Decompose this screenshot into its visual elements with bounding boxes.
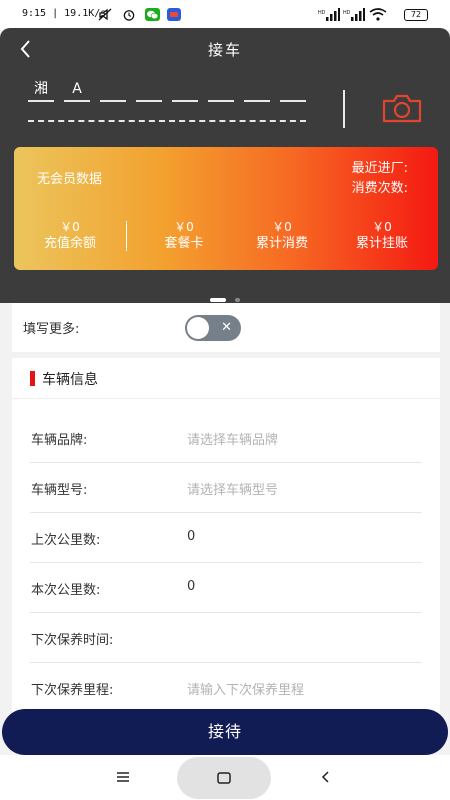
camera-icon[interactable] [381, 92, 423, 124]
alarm-icon [123, 10, 135, 21]
plate-char-8[interactable] [280, 80, 306, 102]
stat-divider [126, 221, 127, 251]
close-icon: ✕ [221, 320, 232, 335]
field-next-service-date[interactable]: 下次保养时间: [30, 613, 422, 663]
field-last-mileage[interactable]: 上次公里数: 0 [30, 513, 422, 563]
battery-icon: 72 [404, 9, 428, 21]
more-toggle[interactable]: ✕ [185, 315, 241, 341]
plate-char-5[interactable] [172, 80, 198, 102]
plate-char-2[interactable]: A [64, 80, 90, 102]
plate-divider [343, 90, 345, 128]
last-mileage-input[interactable]: 0 [187, 529, 195, 544]
plate-char-4[interactable] [136, 80, 162, 102]
plate-char-7[interactable] [244, 80, 270, 102]
next-service-mileage-input[interactable]: 请输入下次保养里程 [187, 679, 304, 698]
section-header: 车辆信息 [12, 358, 440, 399]
more-label: 填写更多: [23, 322, 80, 337]
current-mileage-input[interactable]: 0 [187, 579, 195, 594]
carousel-dot[interactable] [235, 297, 241, 302]
plate-char-1[interactable]: 湘 [28, 80, 54, 102]
app-icon [167, 8, 181, 21]
section-title: 车辆信息 [42, 372, 98, 388]
status-bar: 9:15 | 19.1K/s HD HD 72 [0, 0, 450, 30]
model-select[interactable]: 请选择车辆型号 [187, 479, 278, 498]
plate-char-6[interactable] [208, 80, 234, 102]
member-card[interactable]: 无会员数据 最近进厂: 消费次数: ￥0 充值余额 ￥0 套餐卡 ￥0 累计消费… [14, 147, 438, 270]
home-icon[interactable] [216, 770, 232, 786]
more-panel: 填写更多: ✕ [12, 303, 440, 352]
mute-icon [98, 8, 112, 21]
wechat-icon [145, 8, 160, 21]
home-pill[interactable] [177, 757, 271, 799]
visit-count-label: 消费次数: [351, 181, 408, 196]
wifi-icon [369, 8, 387, 21]
stat-total-credit: ￥0 累计挂账 [355, 220, 408, 251]
plate-dashes [28, 120, 306, 122]
field-vehicle-model[interactable]: 车辆型号: 请选择车辆型号 [30, 463, 422, 513]
svg-text:HD: HD [343, 10, 351, 16]
back-icon[interactable] [318, 769, 334, 785]
section-accent-bar [30, 371, 35, 386]
toggle-knob [187, 317, 209, 339]
stat-total-spend: ￥0 累计消费 [255, 220, 308, 251]
signal-icon: HD [318, 8, 340, 21]
status-time: 9:15 | 19.1K/s [22, 8, 107, 19]
plate-char-3[interactable] [100, 80, 126, 102]
last-visit-label: 最近进厂: [351, 161, 408, 176]
no-member-text: 无会员数据 [37, 172, 103, 187]
field-current-mileage[interactable]: 本次公里数: 0 [30, 563, 422, 613]
system-nav-bar [0, 755, 450, 800]
svg-text:HD: HD [318, 10, 326, 16]
top-app-bar: 接车 [0, 28, 450, 70]
menu-icon[interactable] [115, 769, 131, 785]
carousel-dot-active[interactable] [209, 297, 226, 302]
vehicle-info-section: 车辆信息 车辆品牌: 请选择车辆品牌 车辆型号: 请选择车辆型号 上次公里数: … [12, 358, 440, 718]
page-title: 接车 [207, 41, 242, 59]
receive-button[interactable]: 接待 [2, 709, 448, 755]
plate-area: 湘 A 无会员数据 最近进厂: 消费次数: ￥0 充值余额 ￥0 套餐卡 ￥0 … [0, 70, 450, 303]
stat-recharge-balance: ￥0 充值余额 [43, 220, 96, 251]
brand-select[interactable]: 请选择车辆品牌 [187, 429, 278, 448]
field-vehicle-brand[interactable]: 车辆品牌: 请选择车辆品牌 [30, 413, 422, 463]
signal-2-icon: HD [343, 8, 365, 21]
field-next-service-mileage[interactable]: 下次保养里程: 请输入下次保养里程 [30, 663, 422, 713]
stat-package-card: ￥0 套餐卡 [164, 220, 204, 251]
